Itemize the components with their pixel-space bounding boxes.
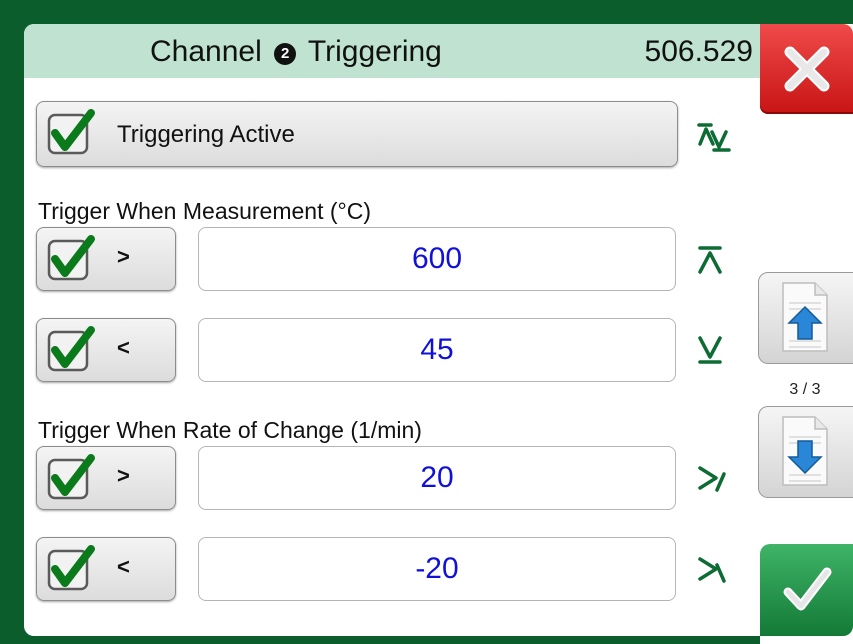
measurement-section-label: Trigger When Measurement (°C) [38, 198, 371, 224]
operator-label: < [117, 554, 130, 579]
rate-below-toggle[interactable]: < [36, 537, 176, 601]
rate-rising-icon [698, 466, 726, 492]
page-title: Channel 2 Triggering [150, 35, 442, 69]
operator-label: < [117, 335, 130, 360]
checkbox-checked-icon [47, 326, 95, 372]
rate-section-label: Trigger When Rate of Change (1/min) [38, 417, 422, 443]
operator-label: > [117, 244, 130, 269]
measurement-above-value-field[interactable]: 600 [198, 227, 676, 291]
measurement-below-toggle[interactable]: < [36, 318, 176, 382]
checkbox-checked-icon [47, 235, 95, 281]
checkmark-icon [783, 567, 832, 611]
triggering-active-toggle[interactable]: Triggering Active [36, 101, 678, 167]
checkbox-checked-icon [47, 454, 95, 500]
trigger-both-icon [697, 123, 731, 152]
title-prefix: Channel [150, 35, 262, 68]
page-indicator: 3 / 3 [789, 381, 821, 398]
measurement-above-toggle[interactable]: > [36, 227, 176, 291]
checkbox-checked-icon [47, 109, 95, 155]
measurement-below-value-field[interactable]: 45 [198, 318, 676, 382]
rate-above-value-field[interactable]: 20 [198, 446, 676, 510]
close-button[interactable] [760, 24, 853, 114]
page-up-icon [782, 282, 828, 352]
accept-button[interactable] [760, 544, 853, 636]
page-down-button[interactable] [758, 406, 853, 498]
trigger-below-icon [698, 336, 722, 364]
page-up-button[interactable] [758, 272, 853, 364]
page-down-icon [782, 416, 828, 486]
operator-label: > [117, 463, 130, 488]
current-reading: 506.529 [644, 35, 753, 68]
close-icon [784, 46, 830, 92]
checkbox-checked-icon [47, 545, 95, 591]
title-suffix: Triggering [307, 35, 442, 68]
rate-below-value-field[interactable]: -20 [198, 537, 676, 601]
rate-above-toggle[interactable]: > [36, 446, 176, 510]
trigger-above-icon [698, 246, 722, 274]
rate-falling-icon [698, 557, 726, 583]
channel-number-badge: 2 [274, 43, 297, 65]
triggering-active-label: Triggering Active [117, 121, 295, 148]
